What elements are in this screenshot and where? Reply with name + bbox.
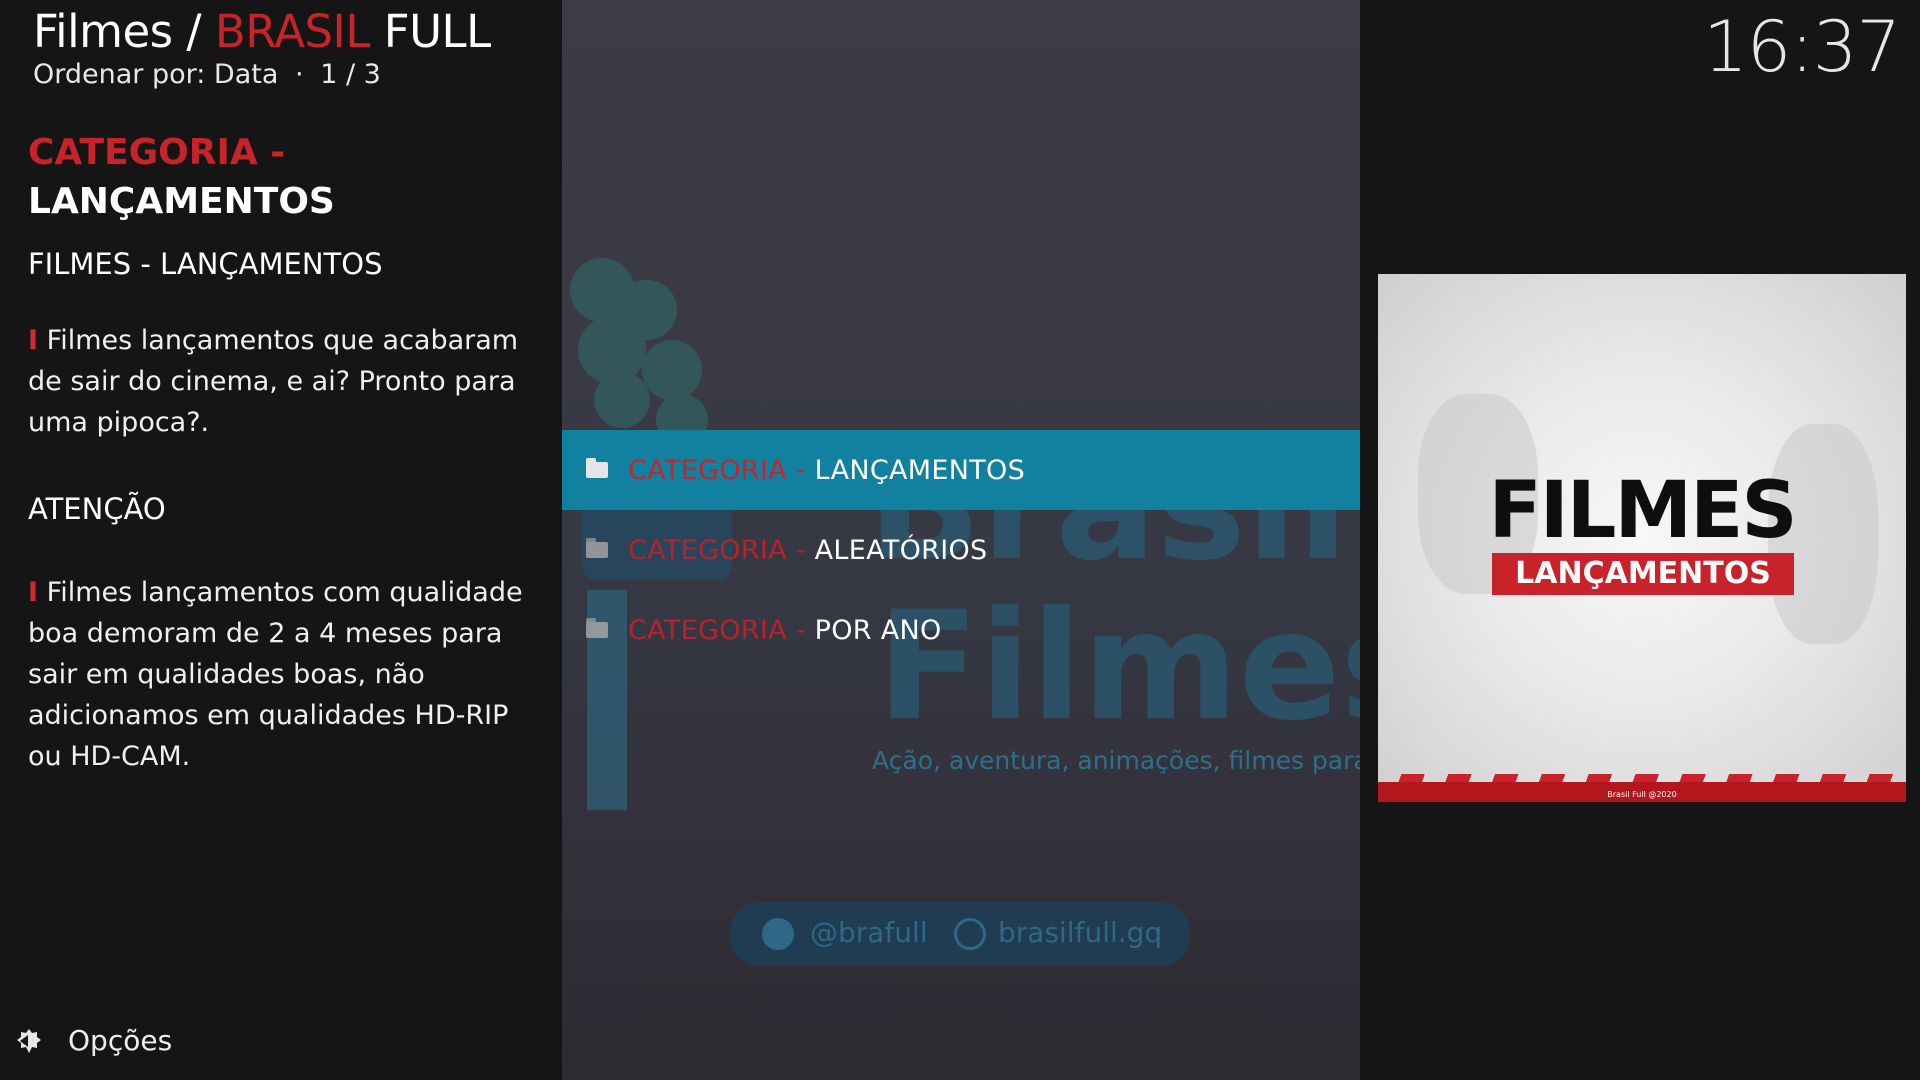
info-title-white: LANÇAMENTOS — [28, 181, 335, 222]
clock: 16:37 — [1703, 6, 1901, 88]
poster-thumbnail: FILMES LANÇAMENTOS Brasil Full @2020 — [1378, 274, 1906, 802]
info-title-red: CATEGORIA - — [28, 132, 286, 173]
options-gear-icon — [14, 1026, 44, 1056]
info-paragraph-2: I Filmes lançamentos com qualidade boa d… — [28, 572, 528, 777]
fanart-slogan: Ação, aventura, animações, filmes para — [872, 746, 1360, 775]
list-item-aleatorios[interactable]: CATEGORIA - ALEATÓRIOS — [562, 510, 1360, 590]
sort-info: Ordenar por: Data · 1 / 3 — [33, 58, 491, 92]
list-item-name: POR ANO — [814, 614, 942, 646]
info-subtitle: FILMES - LANÇAMENTOS — [28, 247, 383, 281]
breadcrumb-addon-red: BRASIL — [214, 5, 371, 58]
facebook-handle: @brafull — [810, 916, 928, 949]
website-url: brasilfull.gq — [998, 916, 1163, 949]
category-list: CATEGORIA - LANÇAMENTOS CATEGORIA - ALEA… — [562, 430, 1360, 670]
info-paragraph-2-text: Filmes lançamentos com qualidade boa dem… — [28, 577, 523, 772]
breadcrumb: Filmes / BRASIL FULL — [33, 6, 491, 58]
facebook-icon — [762, 918, 794, 950]
info-panel: CATEGORIA - LANÇAMENTOS FILMES - LANÇAME… — [28, 128, 528, 777]
list-item-label: CATEGORIA - ALEATÓRIOS — [628, 535, 987, 566]
poster-copyright: Brasil Full @2020 — [1607, 790, 1677, 799]
list-item-lancamentos[interactable]: CATEGORIA - LANÇAMENTOS — [562, 430, 1360, 510]
bar-marker: I — [28, 577, 39, 608]
social-badge: @brafull brasilfull.gq — [730, 902, 1190, 966]
folder-icon — [586, 538, 608, 558]
list-item-name: LANÇAMENTOS — [814, 454, 1026, 486]
bar-marker: I — [28, 325, 39, 356]
breadcrumb-separator: / — [186, 5, 202, 58]
poster-subtitle: LANÇAMENTOS — [1492, 553, 1794, 595]
info-attention: ATENÇÃO — [28, 492, 166, 526]
folder-icon — [586, 618, 608, 638]
breadcrumb-addon-white: FULL — [383, 5, 491, 58]
list-item-name: ALEATÓRIOS — [814, 534, 988, 566]
info-paragraph-1-text: Filmes lançamentos que acabaram de sair … — [28, 325, 519, 438]
options-button[interactable]: Opções — [14, 1024, 172, 1057]
poster-title: FILMES — [1488, 466, 1797, 556]
list-item-label: CATEGORIA - POR ANO — [628, 615, 942, 646]
list-item-prefix: CATEGORIA - — [628, 454, 815, 486]
sort-dot: · — [295, 59, 304, 90]
sort-label: Ordenar por: Data — [33, 59, 279, 90]
list-item-prefix: CATEGORIA - — [628, 614, 815, 646]
options-label: Opções — [68, 1024, 173, 1057]
folder-icon — [586, 458, 608, 478]
header: Filmes / BRASIL FULL Ordenar por: Data ·… — [33, 6, 491, 92]
list-item-por-ano[interactable]: CATEGORIA - POR ANO — [562, 590, 1360, 670]
globe-icon — [954, 918, 986, 950]
page-count: 1 / 3 — [320, 59, 381, 90]
list-item-label: CATEGORIA - LANÇAMENTOS — [628, 455, 1025, 486]
list-item-prefix: CATEGORIA - — [628, 534, 815, 566]
info-paragraph-1: I Filmes lançamentos que acabaram de sai… — [28, 320, 528, 443]
breadcrumb-section: Filmes — [33, 5, 173, 58]
